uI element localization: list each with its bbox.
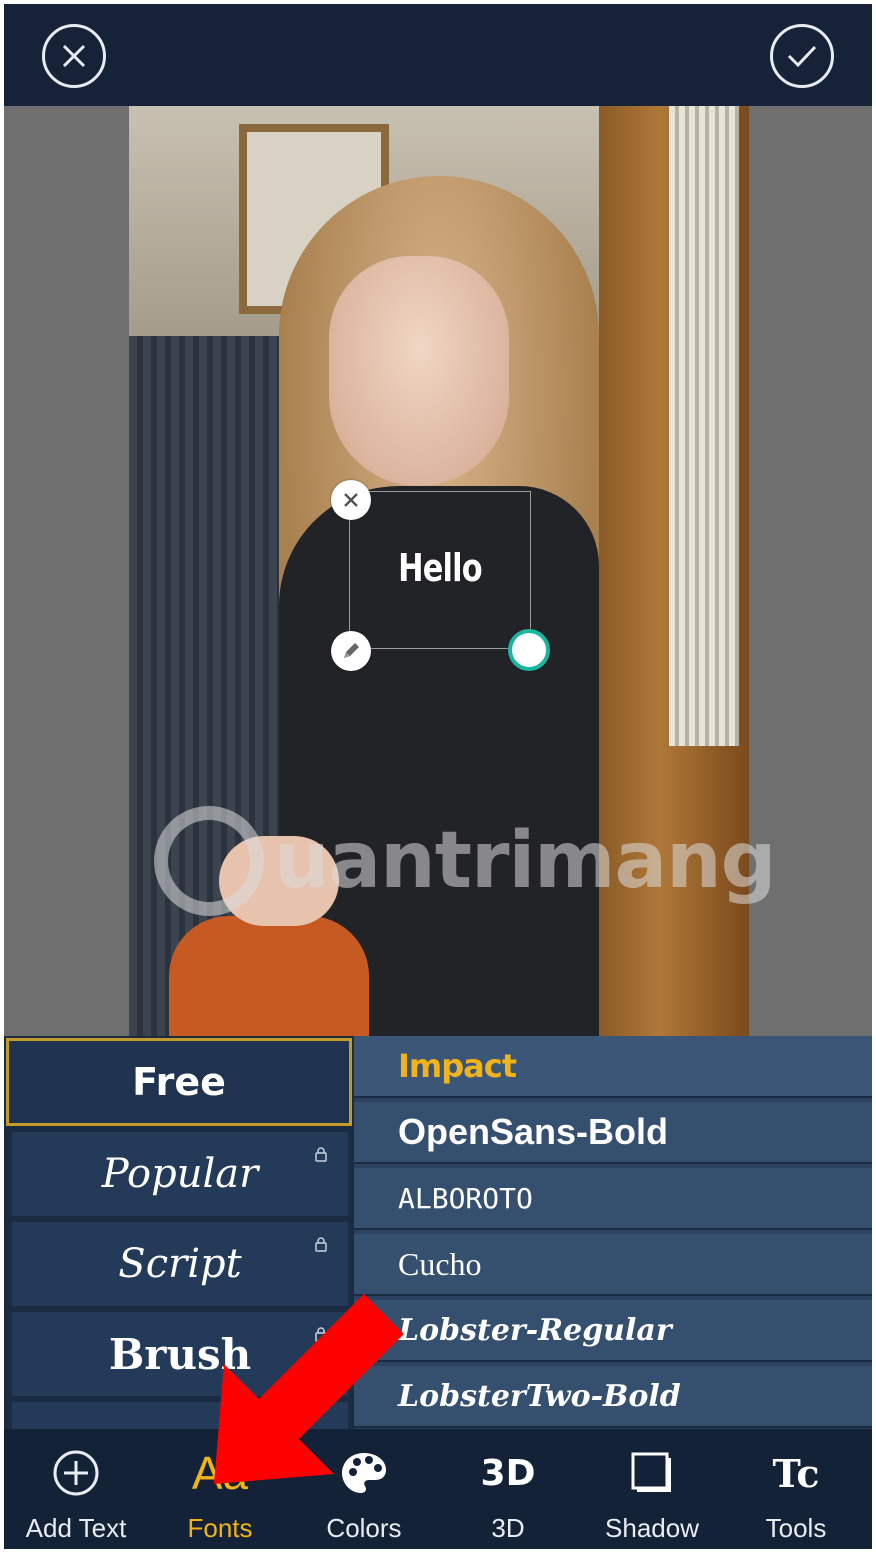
3d-icon: 3D — [480, 1452, 536, 1494]
watermark-text: uantrimang — [274, 816, 776, 906]
tools-icon: Tc — [772, 1450, 820, 1496]
lock-icon — [315, 1237, 327, 1252]
font-item-label: LobsterTwo-Bold — [398, 1378, 681, 1414]
tool-shadow[interactable]: Shadow — [582, 1429, 722, 1549]
category-label: Script — [118, 1241, 242, 1287]
text-layer[interactable]: Hello — [367, 546, 513, 590]
delete-text-handle[interactable] — [331, 480, 371, 520]
tool-label: Colors — [326, 1513, 402, 1543]
font-list: Impact OpenSans-Bold ALBOROTO Cucho Lobs… — [354, 1036, 872, 1429]
photo-door-glass — [669, 106, 739, 746]
close-icon — [62, 44, 86, 68]
cancel-button[interactable] — [42, 24, 106, 88]
font-item-impact[interactable]: Impact — [354, 1036, 872, 1098]
font-item-lobster-regular[interactable]: Lobster-Regular — [354, 1300, 872, 1362]
category-free[interactable]: Free — [6, 1038, 352, 1126]
font-item-label: ALBOROTO — [398, 1181, 533, 1215]
checkmark-icon — [787, 45, 817, 68]
font-item-lobstertwo-bold[interactable]: LobsterTwo-Bold — [354, 1366, 872, 1428]
font-item-label: Impact — [398, 1047, 517, 1085]
resize-rotate-handle[interactable] — [508, 629, 550, 671]
font-item-label: Lobster-Regular — [398, 1312, 672, 1348]
annotation-arrow-icon — [214, 1294, 404, 1484]
tool-label: 3D — [491, 1513, 525, 1543]
confirm-button[interactable] — [770, 24, 834, 88]
lock-icon — [315, 1147, 327, 1162]
tool-3d[interactable]: 3D 3D — [438, 1429, 578, 1549]
tool-label: Tools — [765, 1513, 827, 1543]
tool-tools[interactable]: Tc Tools — [726, 1429, 866, 1549]
font-item-cucho[interactable]: Cucho — [354, 1234, 872, 1296]
font-item-label: OpenSans-Bold — [398, 1111, 669, 1152]
editor-canvas: uantrimang Hello — [4, 106, 872, 1036]
watermark-logo-icon — [154, 806, 264, 916]
category-label: Free — [132, 1060, 226, 1104]
edit-text-handle[interactable] — [331, 631, 371, 671]
tool-label: Fonts — [187, 1513, 253, 1543]
app-window: uantrimang Hello Free Popular Script Bru… — [4, 4, 872, 1549]
font-picker-panel: Free Popular Script Brush Impact OpenSan… — [4, 1036, 872, 1432]
bottom-toolbar: Add Text Aa Fonts Colors 3D — [4, 1429, 872, 1549]
tool-label: Shadow — [605, 1513, 699, 1543]
font-item-alboroto[interactable]: ALBOROTO — [354, 1168, 872, 1230]
font-item-opensans-bold[interactable]: OpenSans-Bold — [354, 1102, 872, 1164]
pencil-icon — [344, 643, 359, 658]
category-popular[interactable]: Popular — [12, 1132, 348, 1216]
plus-circle-icon — [53, 1450, 99, 1496]
tool-label: Add Text — [25, 1513, 127, 1543]
category-label: Popular — [101, 1151, 259, 1197]
tool-add-text[interactable]: Add Text — [6, 1429, 146, 1549]
close-icon — [344, 493, 358, 507]
watermark: uantrimang — [144, 786, 784, 936]
font-item-label: Cucho — [398, 1245, 482, 1282]
photo-subject-face — [329, 256, 509, 486]
top-bar — [4, 4, 872, 106]
shadow-square-icon — [631, 1452, 671, 1492]
